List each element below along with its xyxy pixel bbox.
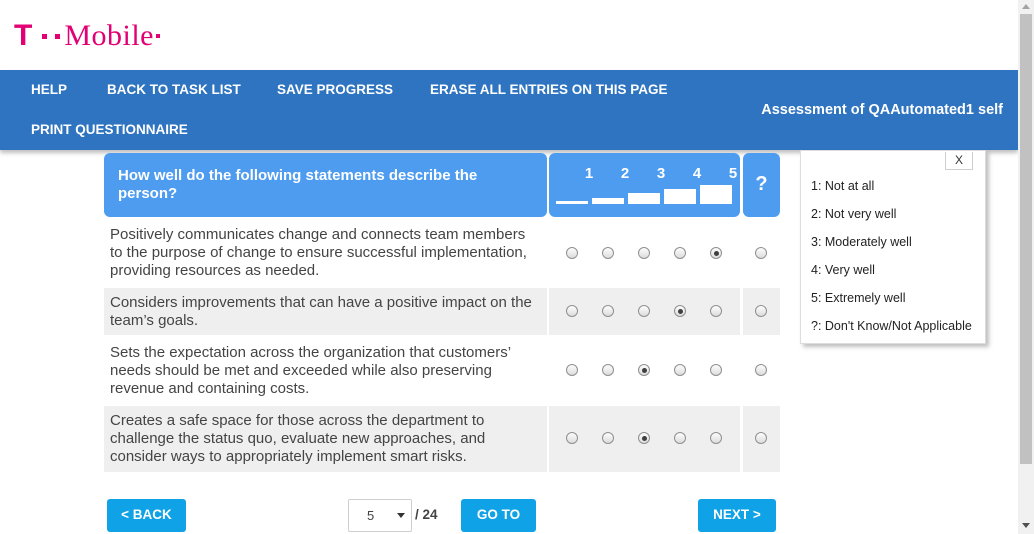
page-select-value: 5	[367, 508, 375, 523]
dont-know-radio[interactable]	[755, 432, 767, 444]
chevron-down-icon	[397, 513, 405, 518]
scale-bar	[664, 189, 696, 204]
scroll-down-arrow-icon[interactable]	[1022, 523, 1030, 528]
legend-item: 4: Very well	[811, 263, 875, 277]
rating-radio-1[interactable]	[566, 247, 578, 259]
back-button[interactable]: < BACK	[107, 499, 186, 532]
logo-dot	[156, 34, 160, 38]
rating-row-4	[549, 406, 740, 472]
legend-item: 3: Moderately well	[811, 235, 912, 249]
question-prompt: How well do the following statements des…	[104, 153, 547, 217]
nav-erase-all-entries[interactable]: ERASE ALL ENTRIES ON THIS PAGE	[430, 82, 668, 97]
logo-dot	[55, 33, 61, 39]
statement-row-1: Positively communicates change and conne…	[110, 226, 527, 279]
logo-dot	[42, 33, 48, 39]
page-select[interactable]: 5	[348, 499, 412, 532]
goto-button[interactable]: GO TO	[461, 499, 536, 532]
rating-radio-1[interactable]	[566, 364, 578, 376]
scroll-up-arrow-icon[interactable]	[1022, 4, 1030, 9]
rating-radio-5[interactable]	[710, 305, 722, 317]
rating-radio-2[interactable]	[602, 247, 614, 259]
rating-radio-2[interactable]	[602, 432, 614, 444]
rating-radio-3[interactable]	[638, 247, 650, 259]
rating-radio-5[interactable]	[710, 364, 722, 376]
rating-radio-1[interactable]	[566, 305, 578, 317]
statement-row-3: Sets the expectation across the organiza…	[110, 344, 511, 397]
t-mobile-logo: T Mobile	[14, 18, 164, 54]
rating-row-3	[549, 338, 740, 404]
logo-t: T	[14, 19, 33, 52]
rating-radio-4[interactable]	[674, 305, 686, 317]
rating-radio-5[interactable]	[710, 247, 722, 259]
scale-label: 4	[692, 165, 702, 182]
legend-close-button[interactable]: X	[945, 152, 973, 170]
rating-radio-4[interactable]	[674, 364, 686, 376]
logo-wordmark: Mobile	[64, 19, 154, 52]
nav-save-progress[interactable]: SAVE PROGRESS	[277, 82, 393, 97]
top-nav-bar: HELP BACK TO TASK LIST SAVE PROGRESS ERA…	[0, 70, 1018, 150]
dont-know-header: ?	[743, 153, 780, 217]
nav-help[interactable]: HELP	[31, 82, 67, 97]
rating-radio-4[interactable]	[674, 432, 686, 444]
scale-label: 3	[656, 165, 666, 182]
statement-row-4: Creates a safe space for those across th…	[104, 406, 547, 472]
legend-item: ?: Don't Know/Not Applicable	[811, 319, 972, 333]
dont-know-cell-1	[743, 220, 780, 286]
rating-radio-3[interactable]	[638, 364, 650, 376]
dont-know-radio[interactable]	[755, 247, 767, 259]
scale-label: 2	[620, 165, 630, 182]
rating-radio-3[interactable]	[638, 305, 650, 317]
page-total: / 24	[415, 507, 438, 522]
rating-radio-5[interactable]	[710, 432, 722, 444]
dont-know-cell-3	[743, 338, 780, 404]
legend-item: 5: Extremely well	[811, 291, 906, 305]
rating-scale-header: 1 2 3 4 5	[549, 153, 740, 217]
scale-label: 1	[584, 165, 594, 182]
scrollbar-thumb[interactable]	[1020, 14, 1032, 464]
nav-back-to-task-list[interactable]: BACK TO TASK LIST	[107, 82, 241, 97]
dont-know-radio[interactable]	[755, 305, 767, 317]
scale-bar	[592, 198, 624, 204]
assessment-title: Assessment of QAAutomated1 self	[761, 102, 1003, 118]
rating-radio-2[interactable]	[602, 305, 614, 317]
rating-legend-popup: X 1: Not at all 2: Not very well 3: Mode…	[800, 150, 986, 344]
dont-know-radio[interactable]	[755, 364, 767, 376]
legend-item: 2: Not very well	[811, 207, 897, 221]
rating-radio-4[interactable]	[674, 247, 686, 259]
scale-bar	[700, 185, 732, 204]
rating-row-1	[549, 220, 740, 286]
next-button[interactable]: NEXT >	[698, 499, 776, 532]
dont-know-cell-4	[743, 406, 780, 472]
questionnaire-page: T Mobile HELP BACK TO TASK LIST SAVE PRO…	[0, 0, 1034, 534]
vertical-scrollbar[interactable]	[1018, 0, 1034, 534]
rating-radio-2[interactable]	[602, 364, 614, 376]
scale-bar	[556, 201, 588, 204]
dont-know-cell-2	[743, 288, 780, 335]
scale-bar	[628, 193, 660, 204]
rating-row-2	[549, 288, 740, 335]
rating-radio-1[interactable]	[566, 432, 578, 444]
rating-radio-3[interactable]	[638, 432, 650, 444]
statement-row-2: Considers improvements that can have a p…	[104, 288, 547, 335]
legend-item: 1: Not at all	[811, 179, 875, 193]
nav-print-questionnaire[interactable]: PRINT QUESTIONNAIRE	[31, 122, 188, 137]
